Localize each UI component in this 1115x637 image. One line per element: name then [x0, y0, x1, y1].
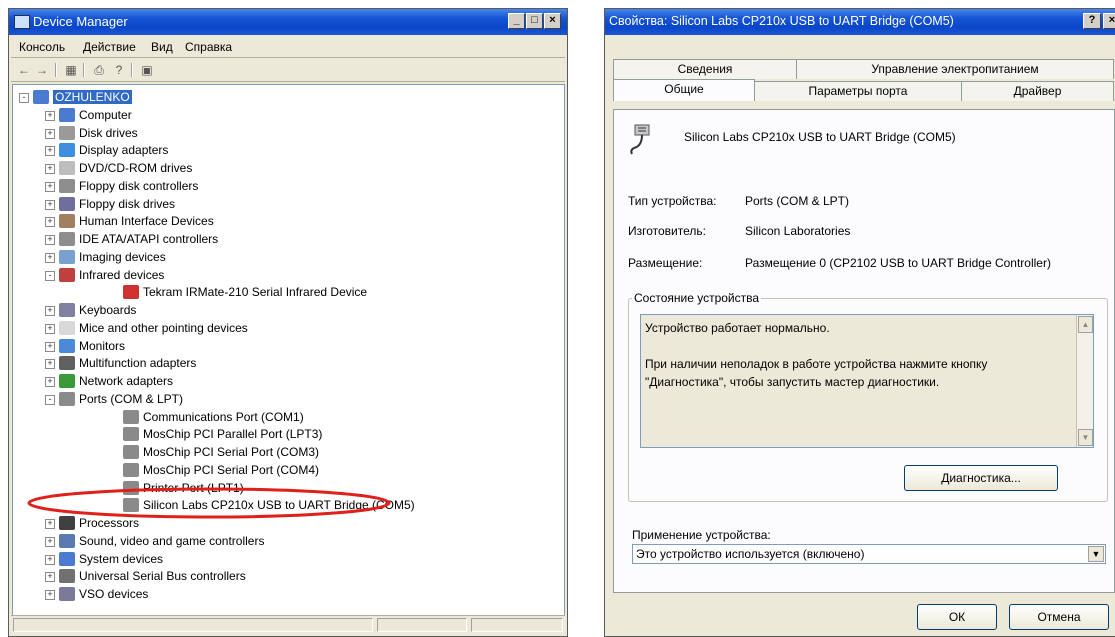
help-button[interactable]: ? [1083, 13, 1101, 29]
status-line-2: При наличии неполадок в работе устройств… [645, 357, 988, 371]
location-label: Размещение: [628, 256, 703, 270]
tab-general[interactable]: Общие [613, 79, 755, 101]
tab-power-management[interactable]: Управление электропитанием [796, 59, 1114, 79]
tab-driver[interactable]: Драйвер [961, 81, 1114, 101]
troubleshoot-button[interactable]: Диагностика... [904, 465, 1058, 491]
ok-button[interactable]: ОК [917, 604, 997, 630]
tab-port-settings[interactable]: Параметры порта [754, 81, 962, 101]
properties-titlebar[interactable]: Свойства: Silicon Labs CP210x USB to UAR… [605, 9, 1115, 35]
device-name: Silicon Labs CP210x USB to UART Bridge (… [684, 130, 956, 144]
status-line-3: "Диагностика", чтобы запустить мастер ди… [645, 375, 940, 389]
manufacturer-value: Silicon Laboratories [745, 224, 851, 238]
cancel-button[interactable]: Отмена [1009, 604, 1109, 630]
device-type-value: Ports (COM & LPT) [745, 194, 850, 208]
manufacturer-label: Изготовитель: [628, 224, 706, 238]
tab-details[interactable]: Сведения [613, 59, 797, 79]
status-scrollbar[interactable]: ▲ ▼ [1076, 315, 1093, 447]
scroll-down-icon[interactable]: ▼ [1078, 429, 1093, 446]
general-tab-panel: Silicon Labs CP210x USB to UART Bridge (… [613, 109, 1115, 593]
device-type-label: Тип устройства: [628, 194, 717, 208]
device-status-group-label: Состояние устройства [632, 291, 762, 305]
dialog-close-button[interactable]: × [1103, 13, 1115, 29]
device-usage-select[interactable]: Это устройство используется (включено) ▼ [632, 544, 1106, 564]
location-value: Размещение 0 (CP2102 USB to UART Bridge … [745, 256, 1051, 270]
chevron-down-icon[interactable]: ▼ [1088, 546, 1104, 562]
scroll-up-icon[interactable]: ▲ [1078, 316, 1093, 333]
device-usage-value: Это устройство используется (включено) [636, 547, 865, 561]
serial-port-icon [630, 124, 650, 155]
highlight-ellipse [27, 487, 391, 519]
properties-dialog: Свойства: Silicon Labs CP210x USB to UAR… [604, 8, 1115, 637]
status-textbox[interactable]: Устройство работает нормально. При налич… [640, 314, 1094, 448]
device-usage-label: Применение устройства: [632, 528, 771, 542]
properties-title: Свойства: Silicon Labs CP210x USB to UAR… [609, 14, 954, 28]
status-line-1: Устройство работает нормально. [645, 321, 830, 335]
highlight-annotation [27, 487, 391, 519]
